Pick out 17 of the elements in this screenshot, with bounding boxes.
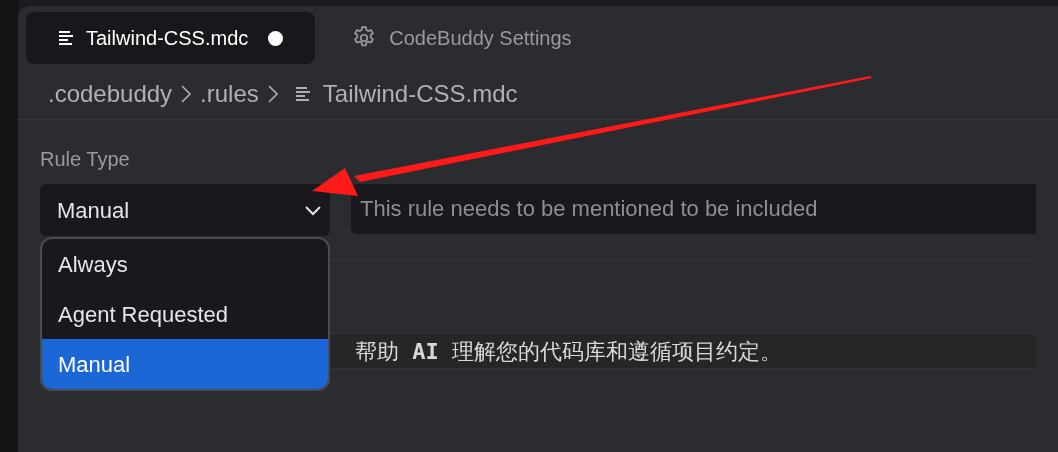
dropdown-option[interactable]: Agent Requested <box>42 289 328 339</box>
rule-type-dropdown[interactable]: Manual <box>40 184 330 236</box>
content-text: 帮助 AI 理解您的代码库和遵循项目约定。 <box>355 337 782 366</box>
file-lines-icon <box>58 30 74 46</box>
dropdown-option[interactable]: Manual <box>42 339 328 389</box>
dropdown-option[interactable]: Always <box>42 239 328 289</box>
editor-tab[interactable]: Tailwind-CSS.mdc <box>26 12 316 64</box>
chevron-right-icon <box>266 83 279 104</box>
chevron-down-icon <box>304 204 322 216</box>
editor-tab[interactable]: CodeBuddy Settings <box>339 12 584 64</box>
field-label: Rule Type <box>40 147 130 172</box>
file-lines-icon <box>294 85 311 102</box>
breadcrumb-item[interactable]: .rules <box>200 75 259 112</box>
breadcrumb-item[interactable]: Tailwind-CSS.mdc <box>294 75 518 112</box>
breadcrumb-item[interactable]: .codebuddy <box>48 75 173 112</box>
description-field[interactable]: This rule needs to be mentioned to be included <box>351 184 1036 234</box>
chevron-right-icon <box>180 83 193 104</box>
